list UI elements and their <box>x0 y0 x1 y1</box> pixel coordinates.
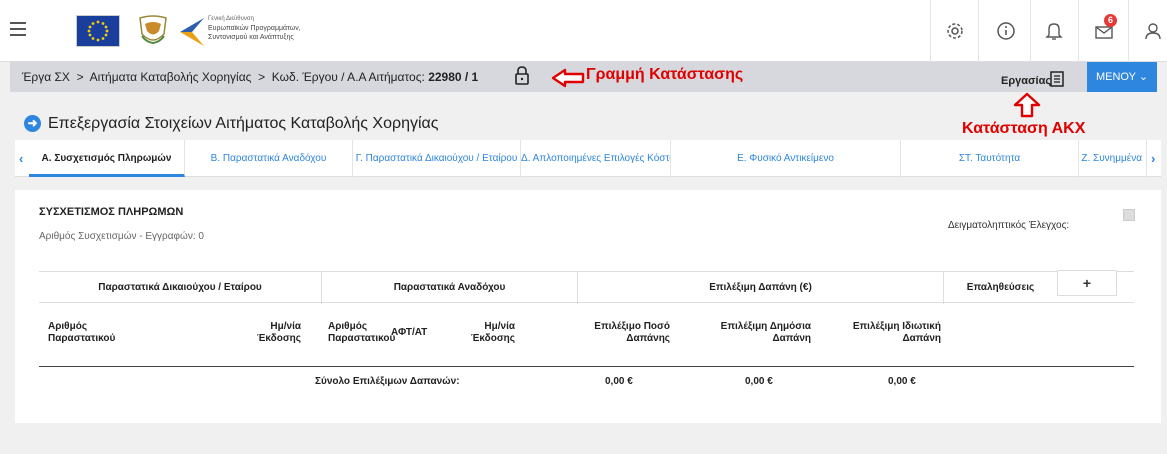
notification-badge: 6 <box>1104 14 1117 27</box>
user-icon[interactable] <box>1140 18 1166 44</box>
request-code: 22980 / 1 <box>428 70 479 84</box>
col-eligible-public: Επιλέξιμη Δημόσια Δαπάνη <box>720 321 811 344</box>
col-contractor-issue-date: Ημ/νία Έκδοσης <box>470 321 515 344</box>
chevron-left-icon[interactable]: ‹ <box>19 140 23 177</box>
cyprus-seal-logo <box>136 14 170 46</box>
group-eligible-expense: Επιλέξιμη Δαπάνη (€) <box>578 272 944 304</box>
eu-flag-logo <box>76 15 120 47</box>
total-eligible-amount: 0,00 € <box>605 376 633 387</box>
tab-physical-object[interactable]: Ε. Φυσικό Αντικείμενο <box>671 140 901 177</box>
menu-button[interactable]: ΜΕΝΟΥ ⌄ <box>1087 62 1157 92</box>
group-beneficiary: Παραστατικά Δικαιούχου / Εταίρου <box>39 272 322 304</box>
record-count: Αριθμός Συσχετισμών - Εγγραφών: 0 <box>39 231 204 242</box>
status-bar: Έργα ΣΧ > Αιτήματα Καταβολής Χορηγίας > … <box>10 62 1108 92</box>
tab-attachments[interactable]: Ζ. Συνημμένα <box>1079 140 1147 177</box>
chevron-right-icon[interactable]: › <box>1151 140 1155 177</box>
tab-bar: ‹ Α. Συσχετισμός Πληρωμών Β. Παραστατικά… <box>15 140 1161 177</box>
lock-icon <box>514 66 530 91</box>
tab-simplified-costs[interactable]: Δ. Απλοποιημένες Επιλογές Κόστους <box>521 140 671 177</box>
sample-check-label: Δειγματοληπτικός Έλεγχος: <box>948 220 1070 231</box>
arrow-left-icon <box>551 68 585 93</box>
akx-status-callout: Κατάσταση ΑΚΧ <box>962 120 1086 137</box>
group-header-row: Παραστατικά Δικαιούχου / Εταίρου Παραστα… <box>39 271 1134 304</box>
tab-beneficiary-documents[interactable]: Γ. Παραστατικά Δικαιούχου / Εταίρου <box>353 140 521 177</box>
tab-contractor-documents[interactable]: Β. Παραστατικά Αναδόχου <box>185 140 353 177</box>
payment-correlation-panel: ΣΥΣΧΕΤΙΣΜΟΣ ΠΛΗΡΩΜΩΝ Αριθμός Συσχετισμών… <box>15 190 1161 423</box>
arrow-up-icon <box>1012 92 1042 123</box>
back-icon[interactable]: ➜ <box>24 115 41 132</box>
section-title: ΣΥΣΧΕΤΙΣΜΟΣ ΠΛΗΡΩΜΩΝ <box>39 206 184 218</box>
sample-check-checkbox[interactable] <box>1123 209 1135 221</box>
col-issue-date: Ημ/νία Έκδοσης <box>256 321 301 344</box>
status-label: Εργασίας <box>1001 75 1052 87</box>
tab-identity[interactable]: ΣΤ. Ταυτότητα <box>901 140 1079 177</box>
bell-icon[interactable] <box>1041 18 1067 44</box>
status-bar-callout: Γραμμή Κατάστασης <box>586 66 744 83</box>
col-eligible-amount: Επιλέξιμο Ποσό Δαπάνης <box>594 321 670 344</box>
table-divider <box>39 366 1134 367</box>
info-icon[interactable] <box>993 18 1019 44</box>
group-verifications: Επαληθεύσεις <box>966 282 1035 293</box>
chevron-down-icon: ⌄ <box>1138 71 1149 83</box>
tab-payment-correlation[interactable]: Α. Συσχετισμός Πληρωμών <box>29 140 185 177</box>
group-contractor: Παραστατικά Αναδόχου <box>322 272 578 304</box>
breadcrumb-item-projects[interactable]: Έργα ΣΧ <box>22 70 70 84</box>
col-contractor-doc-number: Αριθμός Παραστατικού <box>328 321 396 344</box>
col-afm: ΑΦΤ/ΑΤ <box>391 327 428 338</box>
total-label: Σύνολο Επιλέξιμων Δαπανών: <box>315 376 460 387</box>
top-header: Γενική Διεύθυνση Ευρωπαϊκών Προγραμμάτων… <box>0 0 1167 62</box>
settings-icon[interactable] <box>942 18 968 44</box>
breadcrumb: Έργα ΣΧ > Αιτήματα Καταβολής Χορηγίας > … <box>22 70 479 84</box>
col-doc-number: Αριθμός Παραστατικού <box>48 321 116 344</box>
document-icon[interactable] <box>1049 70 1065 93</box>
total-eligible-public: 0,00 € <box>745 376 773 387</box>
breadcrumb-item-code: Κωδ. Έργου / Α.Α Αιτήματος: <box>271 70 425 84</box>
total-eligible-private: 0,00 € <box>888 376 916 387</box>
breadcrumb-item-requests[interactable]: Αιτήματα Καταβολής Χορηγίας <box>90 70 252 84</box>
col-eligible-private: Επιλέξιμη Ιδιωτική Δαπάνη <box>852 321 941 344</box>
page-title: Επεξεργασία Στοιχείων Αιτήματος Καταβολή… <box>48 115 439 132</box>
add-button[interactable]: + <box>1057 270 1117 296</box>
agency-name: Γενική Διεύθυνση Ευρωπαϊκών Προγραμμάτων… <box>208 16 301 41</box>
menu-icon[interactable] <box>10 22 26 36</box>
